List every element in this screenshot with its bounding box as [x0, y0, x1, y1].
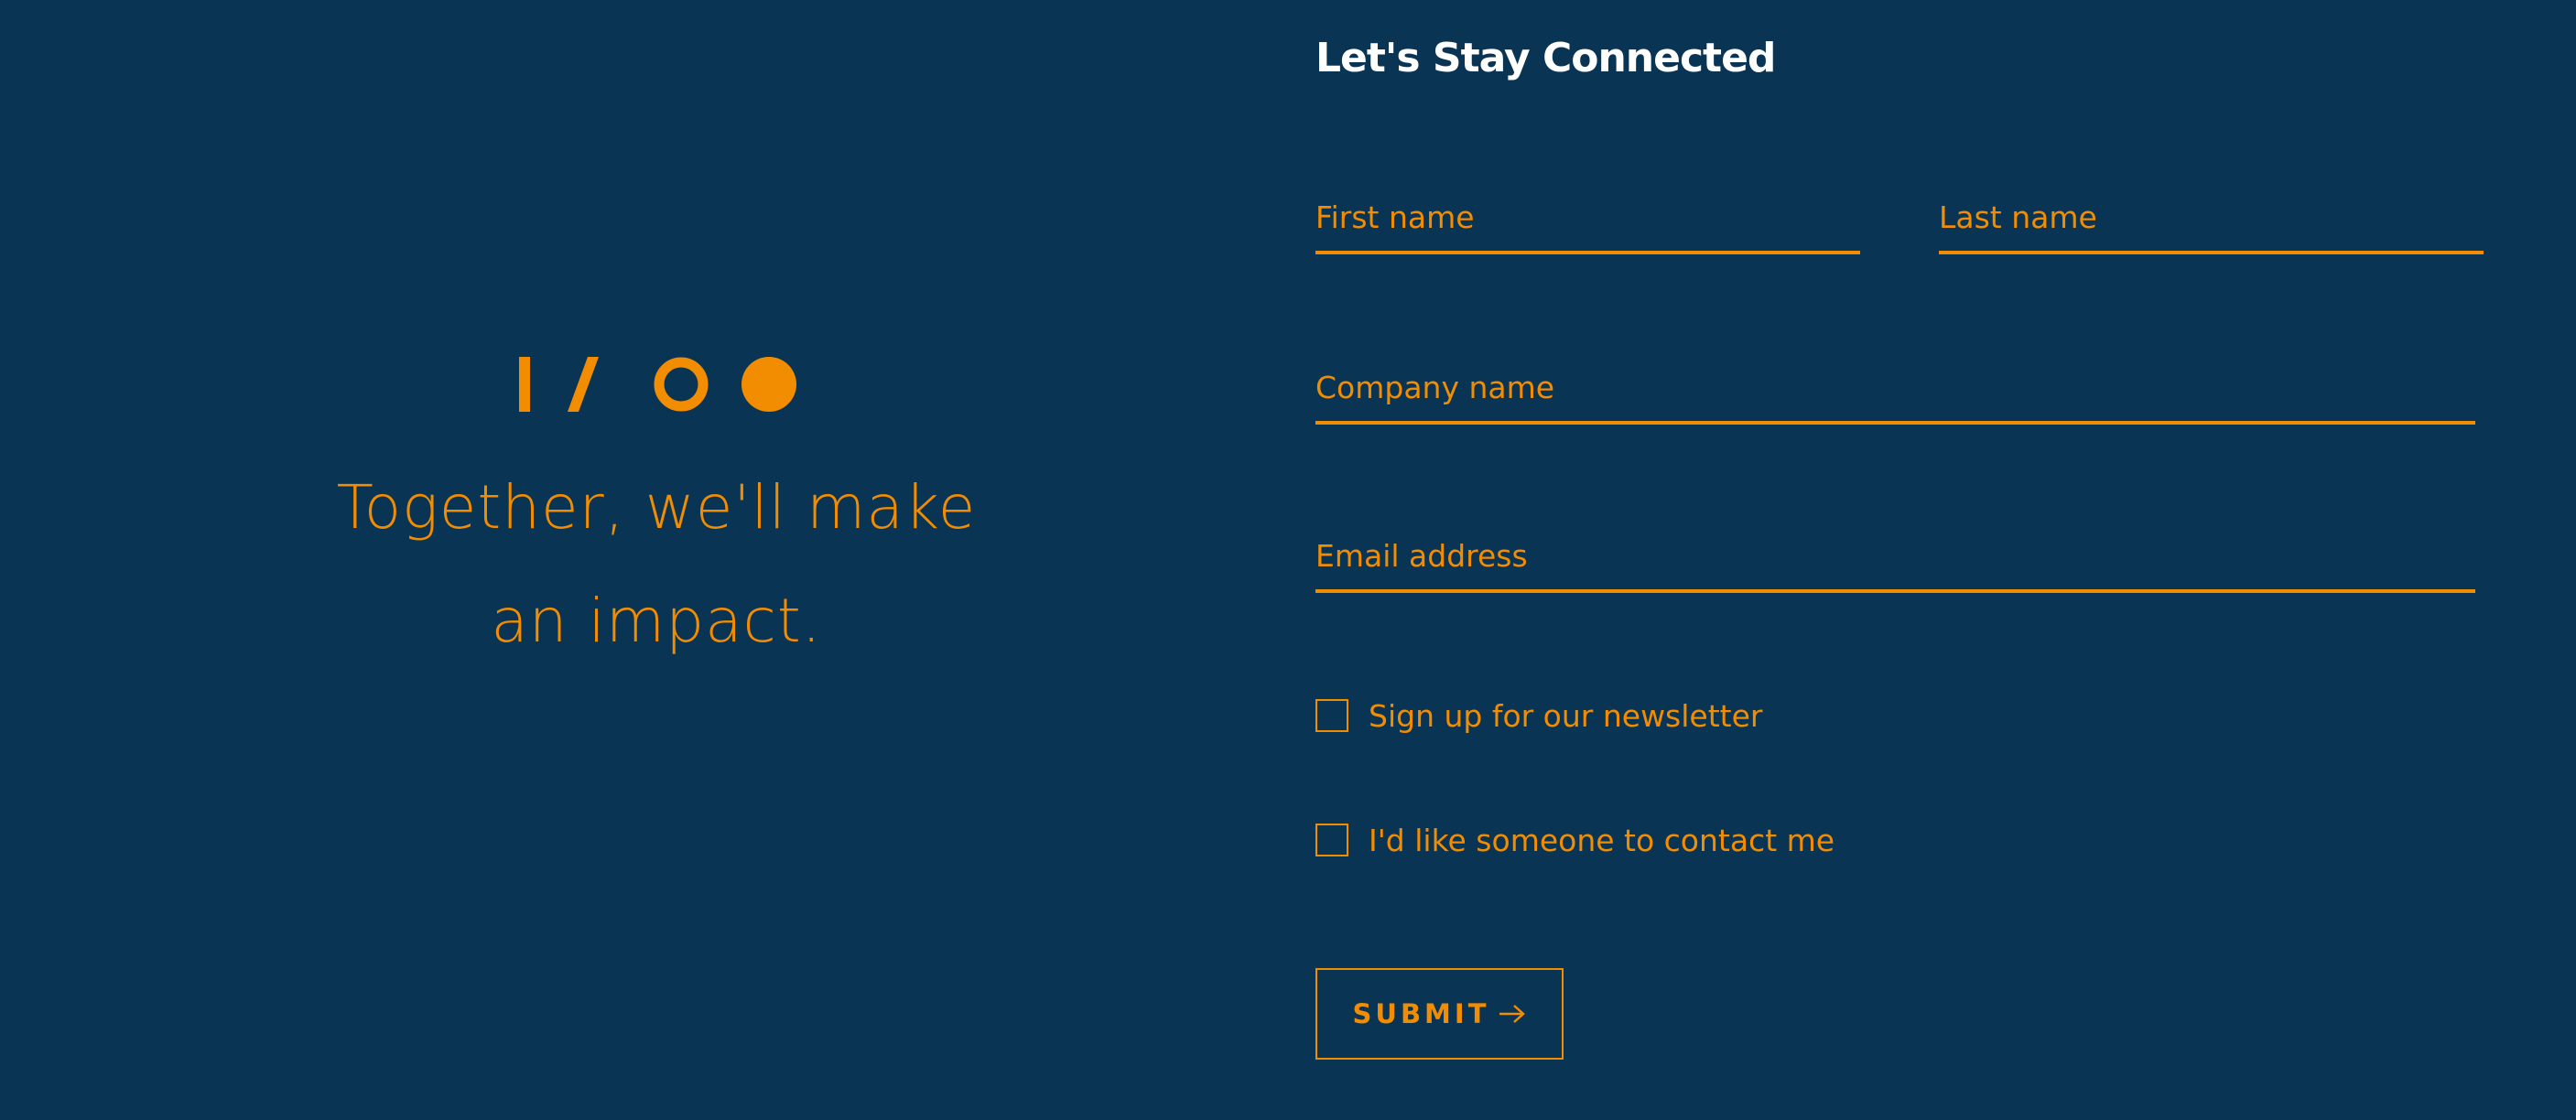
contact-checkbox[interactable] — [1315, 824, 1348, 856]
arrow-right-icon — [1499, 1003, 1526, 1025]
company-name-input[interactable] — [1315, 370, 2475, 406]
first-name-field — [1315, 194, 1860, 254]
last-name-input[interactable] — [1939, 199, 2484, 236]
first-name-input[interactable] — [1315, 199, 1860, 236]
newsletter-checkbox[interactable] — [1315, 699, 1348, 732]
newsletter-option[interactable]: Sign up for our newsletter — [1315, 696, 1762, 735]
tagline-line-1: Together, we'll make — [336, 472, 977, 543]
contact-label: I'd like someone to contact me — [1369, 822, 1835, 858]
submit-label: SUBMIT — [1352, 998, 1490, 1029]
brand-panel: Together, we'll make an impact. — [0, 0, 1313, 1120]
contact-option[interactable]: I'd like someone to contact me — [1315, 821, 1835, 859]
company-name-field — [1315, 364, 2475, 425]
brand-logo-icon — [503, 348, 806, 421]
tagline-line-2: an impact. — [491, 586, 822, 656]
form-title: Let's Stay Connected — [1315, 35, 1776, 81]
last-name-field — [1939, 194, 2484, 254]
email-input[interactable] — [1315, 538, 2475, 575]
submit-button[interactable]: SUBMIT — [1315, 968, 1564, 1060]
newsletter-label: Sign up for our newsletter — [1369, 697, 1763, 734]
email-field — [1315, 533, 2475, 593]
